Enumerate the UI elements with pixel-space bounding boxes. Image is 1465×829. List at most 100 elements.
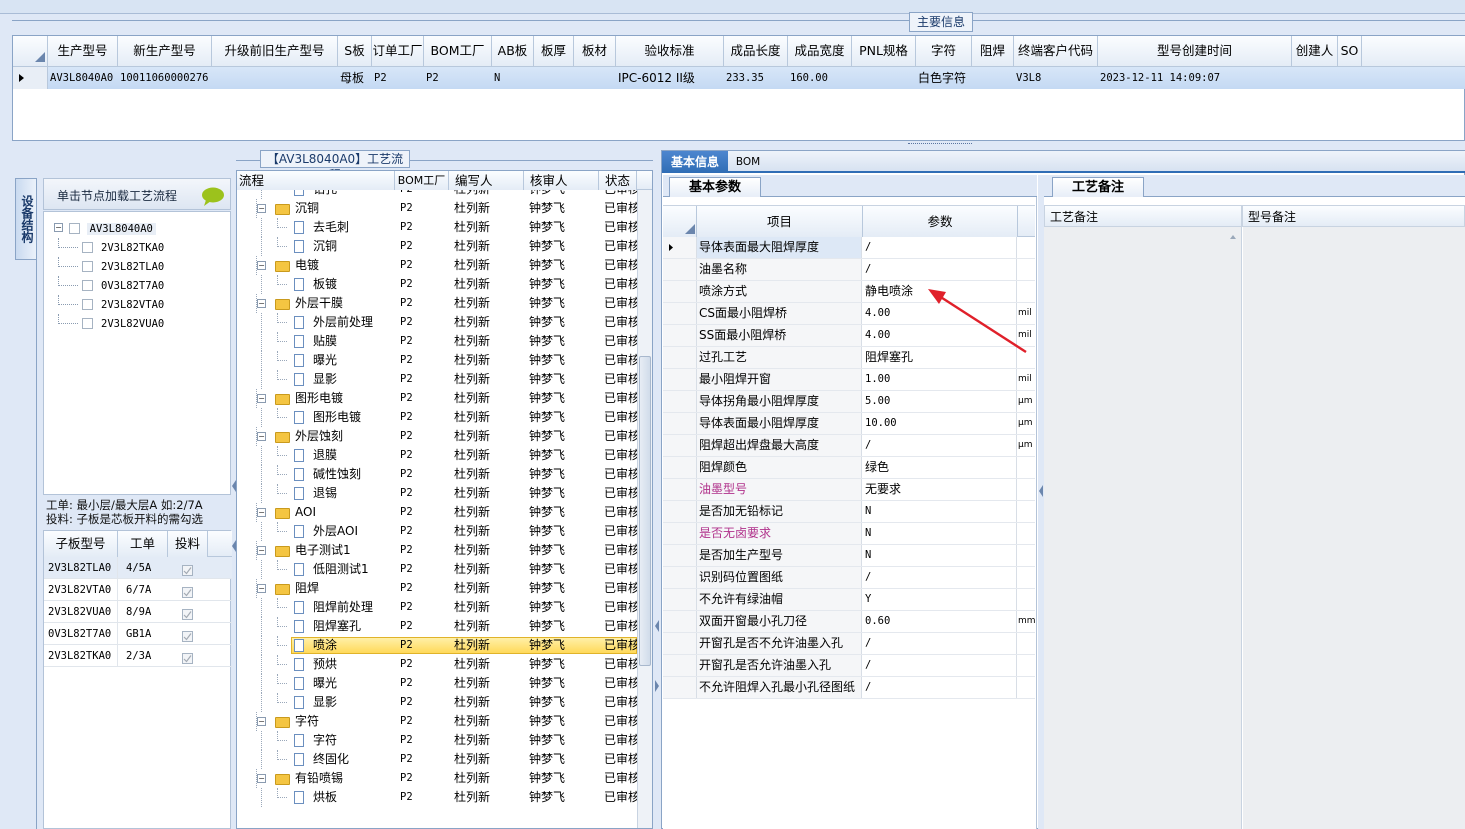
process-scrollbar[interactable]: [637, 171, 652, 828]
param-value[interactable]: Y: [863, 589, 1017, 610]
tree-child-node[interactable]: 2V3L82TLA0: [54, 257, 164, 276]
col-feed[interactable]: 投料: [168, 531, 208, 557]
param-row[interactable]: 导体表面最大阻焊厚度 /: [663, 237, 1035, 259]
process-row[interactable]: − 阻焊 P2 杜列新 钟梦飞 已审核: [237, 579, 637, 598]
main-col-header[interactable]: 终端客户代码: [1014, 36, 1098, 66]
checked-checkbox-icon[interactable]: [182, 565, 193, 576]
col-model-remark[interactable]: 型号备注: [1242, 205, 1465, 227]
splitter-left-arrow-icon[interactable]: [655, 620, 659, 632]
collapse-icon[interactable]: −: [257, 508, 266, 517]
process-row[interactable]: 钻孔 P2 杜列新钟梦飞已审核: [237, 190, 637, 199]
horizontal-splitter[interactable]: [0, 141, 1465, 149]
param-value[interactable]: /: [863, 655, 1017, 676]
tab-basic-info[interactable]: 基本信息: [662, 151, 728, 173]
checkbox-icon[interactable]: [82, 261, 93, 272]
main-col-header[interactable]: 型号创建时间: [1098, 36, 1292, 66]
collapse-icon[interactable]: −: [257, 774, 266, 783]
main-col-header[interactable]: 板材: [574, 36, 616, 66]
tab-bom[interactable]: BOM: [730, 151, 766, 173]
col-order[interactable]: 工单: [118, 531, 168, 557]
tree-child-node[interactable]: 2V3L82VTA0: [54, 295, 164, 314]
param-row[interactable]: 是否加无铅标记 N: [663, 501, 1035, 523]
process-row[interactable]: 退膜 P2 杜列新 钟梦飞 已审核: [237, 446, 637, 465]
param-row[interactable]: 油墨型号 无要求: [663, 479, 1035, 501]
checked-checkbox-icon[interactable]: [182, 587, 193, 598]
tree-root-node[interactable]: − AV3L8040A0: [54, 219, 156, 237]
collapse-icon[interactable]: −: [257, 584, 266, 593]
process-row[interactable]: 终固化 P2 杜列新 钟梦飞 已审核: [237, 750, 637, 769]
process-row[interactable]: 图形电镀 P2 杜列新 钟梦飞 已审核: [237, 408, 637, 427]
collapse-icon[interactable]: −: [257, 261, 266, 270]
process-row[interactable]: 预烘 P2 杜列新 钟梦飞 已审核: [237, 655, 637, 674]
main-col-header[interactable]: 新生产型号: [118, 36, 212, 66]
main-col-header[interactable]: 板厚: [534, 36, 574, 66]
param-row[interactable]: 最小阻焊开窗 1.00 mil: [663, 369, 1035, 391]
col-sub-model[interactable]: 子板型号: [44, 531, 118, 557]
param-row[interactable]: 导体拐角最小阻焊厚度 5.00 μm: [663, 391, 1035, 413]
main-col-header[interactable]: 阻焊: [972, 36, 1014, 66]
param-value[interactable]: N: [863, 523, 1017, 544]
main-col-header[interactable]: SO: [1338, 36, 1362, 66]
param-row[interactable]: 是否无卤要求 N: [663, 523, 1035, 545]
process-row[interactable]: 去毛刺 P2 杜列新 钟梦飞 已审核: [237, 218, 637, 237]
main-col-header[interactable]: 字符: [916, 36, 972, 66]
sub-table-row[interactable]: 2V3L82TLA0 4/5A: [44, 557, 232, 579]
process-row[interactable]: − 图形电镀 P2 杜列新 钟梦飞 已审核: [237, 389, 637, 408]
remark-scroll-up-icon[interactable]: [1230, 235, 1236, 239]
main-col-header[interactable]: 创建人: [1292, 36, 1338, 66]
sub-table-row[interactable]: 2V3L82TKA0 2/3A: [44, 645, 232, 667]
sub-table-row[interactable]: 2V3L82VTA0 6/7A: [44, 579, 232, 601]
process-row[interactable]: 阻焊塞孔 P2 杜列新 钟梦飞 已审核: [237, 617, 637, 636]
col-reviewer[interactable]: 核审人: [524, 171, 599, 190]
param-row[interactable]: 是否加生产型号 N: [663, 545, 1035, 567]
device-structure-tab[interactable]: 设备结构: [15, 178, 37, 260]
param-row[interactable]: 不允许阻焊入孔最小孔径图纸 /: [663, 677, 1035, 699]
param-row[interactable]: 双面开窗最小孔刀径 0.60 mm: [663, 611, 1035, 633]
vertical-splitter[interactable]: [653, 150, 661, 829]
process-row[interactable]: 显影 P2 杜列新 钟梦飞 已审核: [237, 370, 637, 389]
checked-checkbox-icon[interactable]: [182, 631, 193, 642]
checkbox-icon[interactable]: [68, 223, 80, 234]
param-row[interactable]: 不允许有绿油帽 Y: [663, 589, 1035, 611]
checked-checkbox-icon[interactable]: [182, 609, 193, 620]
process-remark-textarea[interactable]: [1044, 227, 1242, 829]
checkbox-icon[interactable]: [82, 242, 93, 253]
param-value[interactable]: N: [863, 545, 1017, 566]
tree-child-node[interactable]: 0V3L82T7A0: [54, 276, 164, 295]
main-col-header[interactable]: AB板: [492, 36, 534, 66]
param-row[interactable]: 开窗孔是否不允许油墨入孔 /: [663, 633, 1035, 655]
main-col-header[interactable]: 订单工厂: [372, 36, 424, 66]
param-row[interactable]: 阻焊超出焊盘最大高度 / μm: [663, 435, 1035, 457]
param-value[interactable]: /: [863, 677, 1017, 698]
process-row[interactable]: 沉铜 P2 杜列新 钟梦飞 已审核: [237, 237, 637, 256]
process-row[interactable]: 外层AOI P2 杜列新 钟梦飞 已审核: [237, 522, 637, 541]
process-row[interactable]: − 外层干膜 P2 杜列新 钟梦飞 已审核: [237, 294, 637, 313]
checkbox-icon[interactable]: [82, 318, 93, 329]
process-row[interactable]: − 电镀 P2 杜列新 钟梦飞 已审核: [237, 256, 637, 275]
collapse-icon[interactable]: −: [257, 394, 266, 403]
main-col-header[interactable]: 升级前旧生产型号: [212, 36, 338, 66]
main-col-header[interactable]: 成品长度: [724, 36, 788, 66]
process-row[interactable]: − AOI P2 杜列新 钟梦飞 已审核: [237, 503, 637, 522]
tree-child-node[interactable]: 2V3L82TKA0: [54, 238, 164, 257]
col-writer[interactable]: 编写人: [449, 171, 524, 190]
process-row[interactable]: − 电子测试1 P2 杜列新 钟梦飞 已审核: [237, 541, 637, 560]
tree-child-node[interactable]: 2V3L82VUA0: [54, 314, 164, 333]
process-row[interactable]: 曝光 P2 杜列新 钟梦飞 已审核: [237, 351, 637, 370]
main-col-header[interactable]: 验收标准: [616, 36, 724, 66]
param-value[interactable]: /: [863, 567, 1017, 588]
process-row[interactable]: 板镀 P2 杜列新 钟梦飞 已审核: [237, 275, 637, 294]
process-row[interactable]: − 有铅喷锡 P2 杜列新 钟梦飞 已审核: [237, 769, 637, 788]
col-status[interactable]: 状态: [599, 171, 637, 190]
param-row[interactable]: 开窗孔是否允许油墨入孔 /: [663, 655, 1035, 677]
process-row[interactable]: 喷涂 P2 杜列新 钟梦飞 已审核: [237, 636, 637, 655]
collapse-icon[interactable]: −: [257, 299, 266, 308]
process-row[interactable]: − 外层蚀刻 P2 杜列新 钟梦飞 已审核: [237, 427, 637, 446]
param-value[interactable]: 1.00: [863, 369, 1017, 390]
param-value[interactable]: /: [863, 633, 1017, 654]
param-value[interactable]: N: [863, 501, 1017, 522]
process-row[interactable]: 外层前处理 P2 杜列新 钟梦飞 已审核: [237, 313, 637, 332]
param-row[interactable]: 导体表面最小阻焊厚度 10.00 μm: [663, 413, 1035, 435]
process-row[interactable]: 低阻测试1 P2 杜列新 钟梦飞 已审核: [237, 560, 637, 579]
tab-basic-params[interactable]: 基本参数: [669, 177, 761, 197]
